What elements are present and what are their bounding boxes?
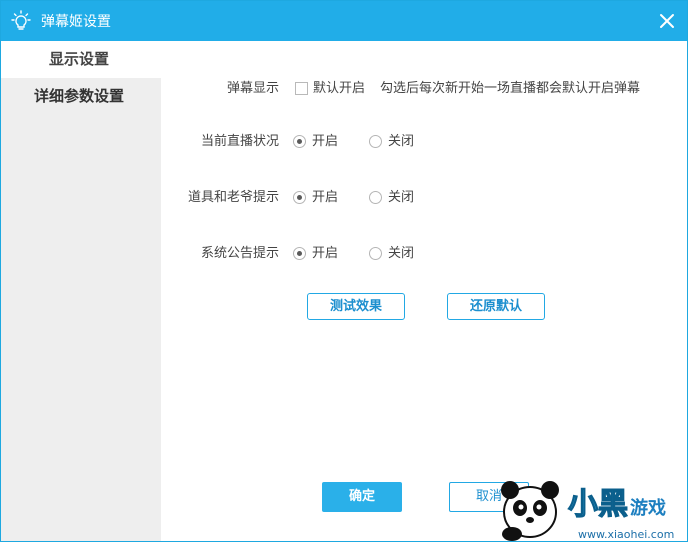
sidebar-item-label: 显示设置 <box>49 50 110 68</box>
watermark-logo-text: 小黑 <box>568 487 628 522</box>
props-notice-on-label[interactable]: 开启 <box>312 188 338 208</box>
system-notice-off-radio[interactable] <box>369 247 382 260</box>
props-notice-label: 道具和老爷提示 <box>187 190 279 205</box>
close-icon[interactable] <box>655 9 679 33</box>
live-status-on-label[interactable]: 开启 <box>312 132 338 152</box>
live-status-row: 当前直播状况 开启 关闭 <box>161 132 687 152</box>
props-notice-on-radio[interactable] <box>293 191 306 204</box>
watermark-logo-subtext: 游戏 <box>630 497 666 519</box>
panda-icon <box>501 481 559 541</box>
live-status-on-radio[interactable] <box>293 135 306 148</box>
live-status-off-label[interactable]: 关闭 <box>388 132 414 152</box>
props-notice-off-label[interactable]: 关闭 <box>388 188 414 208</box>
danmaku-display-label: 弹幕显示 <box>226 81 279 96</box>
sidebar: 显示设置 详细参数设置 <box>1 41 161 541</box>
title-bar: 弹幕姬设置 <box>1 1 687 41</box>
system-notice-label: 系统公告提示 <box>200 246 279 261</box>
sidebar-item-display-settings[interactable]: 显示设置 <box>1 41 161 78</box>
default-on-checkbox-label[interactable]: 默认开启 <box>313 79 365 99</box>
danmaku-display-row: 弹幕显示 默认开启 勾选后每次新开始一场直播都会默认开启弹幕 <box>161 79 687 99</box>
system-notice-on-radio[interactable] <box>293 247 306 260</box>
default-on-hint: 勾选后每次新开始一场直播都会默认开启弹幕 <box>380 81 641 96</box>
system-notice-off-label[interactable]: 关闭 <box>388 244 414 264</box>
settings-panel: 弹幕显示 默认开启 勾选后每次新开始一场直播都会默认开启弹幕 当前直播状况 开启… <box>161 41 687 541</box>
sidebar-item-detailed-params[interactable]: 详细参数设置 <box>1 78 161 115</box>
live-status-off-radio[interactable] <box>369 135 382 148</box>
settings-window: 弹幕姬设置 显示设置 详细参数设置 弹幕显示 默认开启 勾选后每次新开始一场直播… <box>0 0 688 542</box>
props-notice-off-radio[interactable] <box>369 191 382 204</box>
system-notice-row: 系统公告提示 开启 关闭 <box>161 244 687 264</box>
restore-defaults-button[interactable]: 还原默认 <box>447 293 545 320</box>
window-title: 弹幕姬设置 <box>41 14 111 30</box>
test-effect-button[interactable]: 测试效果 <box>307 293 405 320</box>
props-notice-row: 道具和老爷提示 开启 关闭 <box>161 188 687 208</box>
sidebar-item-label: 详细参数设置 <box>34 87 125 105</box>
system-notice-on-label[interactable]: 开启 <box>312 244 338 264</box>
watermark-url: www.xiaohei.com <box>578 528 674 541</box>
watermark-logo: 小黑 游戏 www.xiaohei.com <box>501 481 674 541</box>
live-status-label: 当前直播状况 <box>200 134 279 149</box>
default-on-checkbox[interactable] <box>295 82 308 95</box>
ok-button[interactable]: 确定 <box>322 482 402 512</box>
lightbulb-icon <box>11 10 31 30</box>
